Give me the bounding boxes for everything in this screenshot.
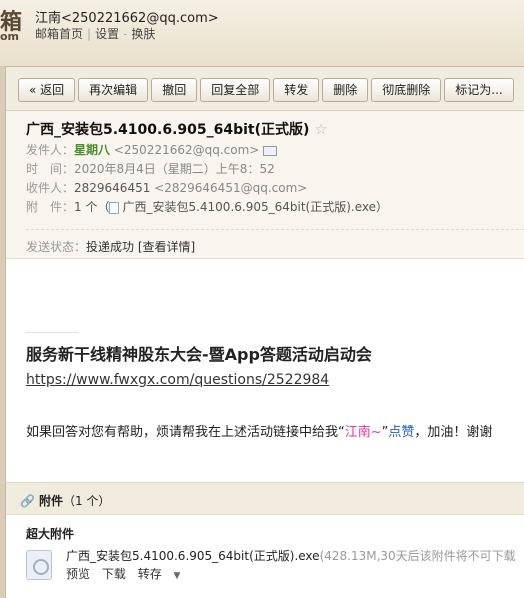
status-value: 投递成功 — [86, 240, 135, 254]
attachments-label: 附件 — [38, 494, 63, 508]
save-to-label: 转存 — [137, 567, 162, 581]
preview-link[interactable]: 预览 — [66, 567, 90, 581]
attachment-file-link[interactable]: 广西_安装包5.4100.6.905_64bit(正式版).exe — [122, 200, 376, 214]
attachments-count: （1 个） — [62, 494, 111, 508]
body-url-link[interactable]: https://www.fwxgx.com/questions/2522984 — [26, 372, 329, 388]
chevron-down-icon: ▼ — [173, 571, 181, 581]
mail-logo-domain: om — [0, 30, 20, 43]
time-label: 时 间： — [26, 162, 75, 176]
body-text-like: 点赞 — [388, 425, 415, 440]
mailbox-home-link[interactable]: 邮箱首页 — [35, 27, 83, 41]
body-title: 服务新干线精神股东大会-暨App答题活动启动会 — [26, 345, 372, 364]
back-button[interactable]: « 返回 — [18, 78, 76, 102]
mark-as-button[interactable]: 标记为... — [444, 78, 514, 102]
attachment-meta: (428.13M,30天后该附件将不可下载 — [319, 549, 516, 563]
attachment-name: 广西_安装包5.4100.6.905_64bit(正式版).exe(428.13… — [66, 547, 516, 564]
large-attachment-title: 超大附件 — [26, 527, 75, 541]
delivery-status: 发送状态：投递成功 [查看详情] — [26, 229, 524, 255]
save-to-link[interactable]: 转存 ▼ — [138, 567, 189, 581]
body-text-suffix: ，加油！谢谢 — [414, 425, 493, 440]
to-row: 收件人：2829646451 <2829646451@qq.com> — [26, 180, 524, 196]
body-text: 如果回答对您有帮助，烦请帮我在上述活动链接中给我“江南~”点赞，加油！谢谢 — [26, 421, 492, 440]
attachment-item: 广西_安装包5.4100.6.905_64bit(正式版).exe(428.13… — [26, 547, 524, 597]
mail-subject: 广西_安装包5.4100.6.905_64bit(正式版) ☆ — [26, 119, 524, 139]
permanent-delete-button[interactable]: 彻底删除 — [371, 78, 442, 102]
body-divider — [26, 332, 78, 333]
status-label: 发送状态： — [26, 240, 87, 254]
delete-button[interactable]: 删除 — [322, 78, 369, 102]
edit-again-button[interactable]: 再次编辑 — [78, 78, 149, 102]
attachments-header: 🔗 附件（1 个） — [6, 482, 524, 515]
mail-header: 广西_安装包5.4100.6.905_64bit(正式版) ☆ 发件人：星期八 … — [6, 111, 524, 259]
forward-button[interactable]: 转发 — [273, 78, 320, 102]
paperclip-icon: 🔗 — [20, 494, 35, 508]
settings-link[interactable]: 设置 — [95, 27, 119, 41]
mail-body: 服务新干线精神股东大会-暨App答题活动启动会 https://www.fwxg… — [6, 259, 524, 469]
file-icon — [109, 201, 120, 214]
time-value: 2020年8月4日（星期二）上午8：52 — [74, 162, 275, 176]
contact-card-icon[interactable] — [263, 145, 278, 156]
subject-text: 广西_安装包5.4100.6.905_64bit(正式版) — [26, 122, 310, 138]
status-detail-link[interactable]: [查看详情] — [138, 240, 195, 254]
to-label: 收件人： — [26, 181, 75, 195]
attachment-close-paren: ） — [376, 200, 389, 214]
reply-all-button[interactable]: 回复全部 — [200, 78, 271, 102]
recipient-name[interactable]: 2829646451 — [74, 181, 150, 195]
mail-read-panel: « 返回 再次编辑 撤回 回复全部 转发 删除 彻底删除 标记为... 广西_安装包5.410… — [5, 66, 524, 598]
attachment-count: 1 个（ — [74, 200, 110, 214]
account-name: 江南<250221662@qq.com> — [35, 11, 219, 26]
from-row: 发件人：星期八 <250221662@qq.com> — [26, 142, 524, 158]
body-text-name: 江南~ — [344, 425, 382, 440]
recall-button[interactable]: 撤回 — [151, 78, 198, 102]
attachment-file-name: 广西_安装包5.4100.6.905_64bit(正式版).exe — [66, 549, 320, 563]
recipient-address: <2829646451@qq.com> — [154, 181, 308, 195]
attachment-row: 附 件：1 个（ 广西_安装包5.4100.6.905_64bit(正式版).ex… — [26, 199, 524, 215]
account-links: 邮箱首页 | 设置 - 换肤 — [35, 27, 156, 41]
change-skin-link[interactable]: 换肤 — [131, 27, 155, 41]
sender-name[interactable]: 星期八 — [74, 143, 110, 157]
body-text-prefix: 如果回答对您有帮助，烦请帮我在上述活动链接中给我“ — [26, 425, 345, 440]
top-bar: 箱 om 江南<250221662@qq.com> 邮箱首页 | 设置 - 换肤 — [0, 0, 524, 66]
time-row: 时 间：2020年8月4日（星期二）上午8：52 — [26, 161, 524, 177]
attachment-actions: 预览 下载 转存 ▼ — [66, 565, 196, 582]
from-label: 发件人： — [26, 143, 75, 157]
exe-file-icon — [26, 550, 52, 580]
mail-toolbar: « 返回 再次编辑 撤回 回复全部 转发 删除 彻底删除 标记为... — [6, 67, 524, 111]
sender-address: <250221662@qq.com> — [113, 143, 260, 157]
attachment-label: 附 件： — [26, 200, 75, 214]
star-icon[interactable]: ☆ — [314, 120, 327, 138]
download-link[interactable]: 下载 — [102, 567, 126, 581]
